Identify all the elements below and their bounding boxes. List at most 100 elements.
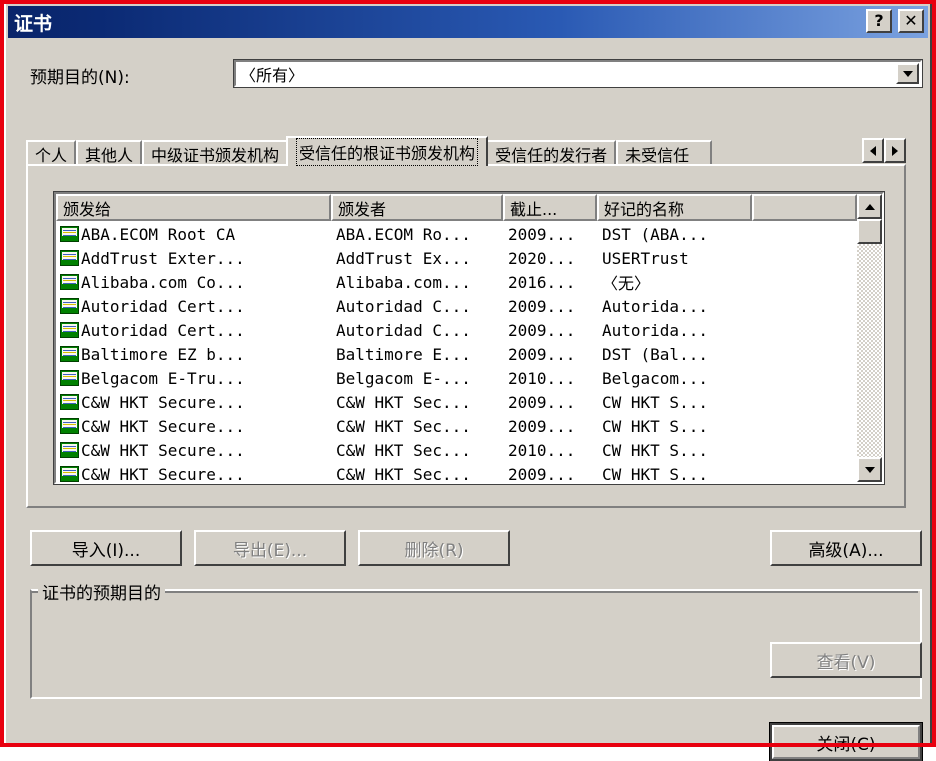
- chevron-right-glyph: [892, 145, 898, 156]
- certificate-icon: [60, 466, 79, 482]
- chevron-down-icon[interactable]: [896, 63, 919, 84]
- cell-issued-to: C&W HKT Secure...: [56, 393, 331, 412]
- cell-friendly-name: DST (Bal...: [602, 344, 708, 364]
- advanced-button[interactable]: 高级(A)...: [770, 530, 922, 566]
- scroll-down-glyph: [864, 466, 875, 473]
- cell-text: C&W HKT Secure...: [81, 392, 245, 412]
- cell-expiration: 2009...: [508, 344, 576, 364]
- close-icon[interactable]: ✕: [898, 9, 924, 33]
- cell-text: C&W HKT Secure...: [81, 440, 245, 460]
- view-button[interactable]: 查看(V): [770, 642, 922, 678]
- cell-expiration: 2009...: [508, 464, 576, 483]
- cell-issued-to: Autoridad Cert...: [56, 321, 331, 340]
- certificate-icon: [60, 394, 79, 410]
- intended-purpose-row: 预期目的(N): 〈所有〉: [8, 59, 928, 90]
- cell-issued-to: ABA.ECOM Root CA: [56, 225, 331, 244]
- cell-expiration: 2010...: [508, 440, 576, 460]
- intended-purpose-value: 〈所有〉: [240, 65, 305, 85]
- cell-issued-by: Autoridad C...: [336, 296, 471, 316]
- tab-intermediate-ca[interactable]: 中级证书颁发机构: [142, 140, 289, 166]
- cell-friendly-name: CW HKT S...: [602, 440, 708, 460]
- table-row[interactable]: C&W HKT Secure... C&W HKT Sec... 2009... CW…: [56, 390, 857, 414]
- certificate-icon: [60, 346, 79, 362]
- table-row[interactable]: C&W HKT Secure... C&W HKT Sec... 2009... CW…: [56, 462, 857, 482]
- tab-page-panel: 颁发给 颁发者 截止... 好记的名称 ABA.ECOM Root CA ABA.…: [26, 164, 906, 508]
- cell-text: ABA.ECOM Root CA: [81, 224, 236, 244]
- table-row[interactable]: ABA.ECOM Root CA ABA.ECOM Ro... 2009... DST…: [56, 222, 857, 246]
- cell-issued-to: Alibaba.com Co...: [56, 273, 331, 292]
- scrollbar-thumb[interactable]: [857, 219, 882, 244]
- column-header-issued-to[interactable]: 颁发给: [56, 194, 331, 221]
- certificate-icon: [60, 322, 79, 338]
- cell-expiration: 2016...: [508, 272, 576, 292]
- listview-inner: 颁发给 颁发者 截止... 好记的名称 ABA.ECOM Root CA ABA.…: [56, 194, 882, 482]
- tab-trusted-root-ca[interactable]: 受信任的根证书颁发机构: [286, 136, 489, 166]
- table-row[interactable]: Baltimore EZ b... Baltimore E... 2009... DS…: [56, 342, 857, 366]
- scroll-up-arrow-icon[interactable]: [857, 194, 882, 219]
- column-header-issued-by[interactable]: 颁发者: [331, 194, 503, 221]
- cell-friendly-name: CW HKT S...: [602, 416, 708, 436]
- column-header-empty[interactable]: [752, 194, 857, 221]
- tab-label: 其他人: [85, 146, 134, 165]
- table-row[interactable]: AddTrust Exter... AddTrust Ex... 2020... US…: [56, 246, 857, 270]
- cell-expiration: 2010...: [508, 368, 576, 388]
- close-dialog-button-label: 关闭(C): [772, 725, 920, 759]
- table-row[interactable]: C&W HKT Secure... C&W HKT Sec... 2009... CW…: [56, 414, 857, 438]
- chevron-down-glyph: [902, 70, 913, 77]
- dialog-client-area: 预期目的(N): 〈所有〉 个人 其他人 中级证书颁发机构 受信任的根证书颁发机…: [8, 38, 928, 761]
- table-row[interactable]: C&W HKT Secure... C&W HKT Sec... 2010... CW…: [56, 438, 857, 462]
- close-dialog-button[interactable]: 关闭(C): [769, 722, 923, 761]
- cell-text: AddTrust Exter...: [81, 248, 245, 268]
- intended-purpose-combobox[interactable]: 〈所有〉: [233, 59, 923, 88]
- tab-scroll-buttons: [862, 138, 906, 164]
- scroll-up-glyph: [864, 203, 875, 210]
- tab-other-people[interactable]: 其他人: [76, 140, 143, 166]
- cell-issued-by: Belgacom E-...: [336, 368, 471, 388]
- scroll-down-arrow-icon[interactable]: [857, 457, 882, 482]
- tab-label: 受信任的根证书颁发机构: [296, 138, 479, 166]
- cell-issued-by: C&W HKT Sec...: [336, 416, 471, 436]
- cell-issued-by: ABA.ECOM Ro...: [336, 224, 471, 244]
- listview-main: 颁发给 颁发者 截止... 好记的名称 ABA.ECOM Root CA ABA.…: [56, 194, 857, 482]
- tab-untrusted[interactable]: 未受信任: [616, 140, 713, 166]
- tab-personal[interactable]: 个人: [26, 140, 77, 166]
- cell-issued-by: Autoridad C...: [336, 320, 471, 340]
- chevron-left-glyph: [870, 145, 876, 156]
- export-button[interactable]: 导出(E)...: [194, 530, 346, 566]
- cell-friendly-name: 〈无〉: [602, 274, 651, 293]
- column-header-friendly-name[interactable]: 好记的名称: [597, 194, 752, 221]
- window-title: 证书: [14, 12, 53, 35]
- cell-expiration: 2020...: [508, 248, 576, 268]
- certificate-listview[interactable]: 颁发给 颁发者 截止... 好记的名称 ABA.ECOM Root CA ABA.…: [53, 191, 885, 485]
- cell-text: C&W HKT Secure...: [81, 464, 245, 483]
- certificate-icon: [60, 418, 79, 434]
- cell-issued-to: Autoridad Cert...: [56, 297, 331, 316]
- import-button[interactable]: 导入(I)...: [30, 530, 182, 566]
- cell-text: Alibaba.com Co...: [81, 272, 245, 292]
- tab-label: 受信任的发行者: [495, 146, 608, 165]
- help-icon[interactable]: ?: [866, 9, 892, 33]
- cell-issued-by: C&W HKT Sec...: [336, 464, 471, 483]
- cell-issued-by: AddTrust Ex...: [336, 248, 471, 268]
- table-row[interactable]: Belgacom E-Tru... Belgacom E-... 2010... Be…: [56, 366, 857, 390]
- table-row[interactable]: Autoridad Cert... Autoridad C... 2009... Au…: [56, 294, 857, 318]
- table-row[interactable]: Autoridad Cert... Autoridad C... 2009... Au…: [56, 318, 857, 342]
- listview-rows: ABA.ECOM Root CA ABA.ECOM Ro... 2009... DST…: [56, 221, 857, 482]
- tab-label: 中级证书颁发机构: [151, 146, 280, 165]
- cell-friendly-name: Belgacom...: [602, 368, 708, 388]
- chevron-right-icon[interactable]: [884, 138, 906, 163]
- remove-button[interactable]: 删除(R): [358, 530, 510, 566]
- chevron-left-icon[interactable]: [862, 138, 884, 163]
- cell-issued-to: C&W HKT Secure...: [56, 441, 331, 460]
- cell-issued-to: C&W HKT Secure...: [56, 464, 331, 483]
- certificate-icon: [60, 442, 79, 458]
- column-header-expiration[interactable]: 截止...: [503, 194, 597, 221]
- cell-issued-by: Baltimore E...: [336, 344, 471, 364]
- tab-trusted-publishers[interactable]: 受信任的发行者: [486, 140, 617, 166]
- table-row[interactable]: Alibaba.com Co... Alibaba.com... 2016... 〈无…: [56, 270, 857, 294]
- cell-expiration: 2009...: [508, 416, 576, 436]
- cell-friendly-name: DST (ABA...: [602, 224, 708, 244]
- scrollbar-track[interactable]: [857, 244, 882, 457]
- cell-issued-to: Baltimore EZ b...: [56, 345, 331, 364]
- listview-vertical-scrollbar[interactable]: [857, 194, 882, 482]
